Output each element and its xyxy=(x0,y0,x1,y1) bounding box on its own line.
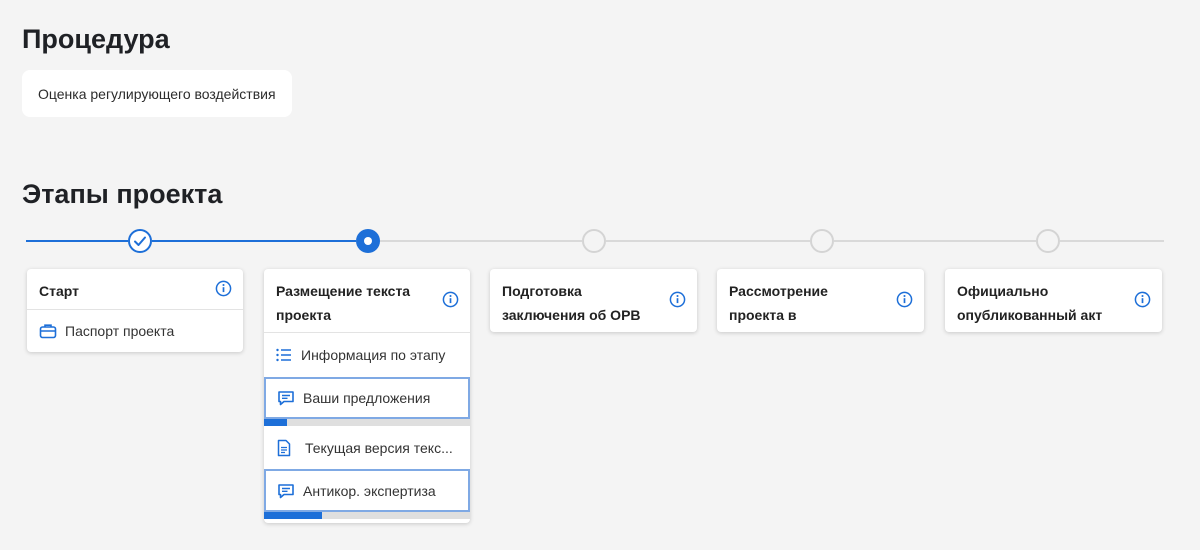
stage-card-government-review: Рассмотрение проекта в Правительстве РФ xyxy=(717,269,924,332)
procedure-value: Оценка регулирующего воздействия xyxy=(22,70,292,117)
stage-item-stage-info[interactable]: Информация по этапу xyxy=(264,332,470,377)
timeline-connector xyxy=(834,240,1036,242)
info-icon[interactable] xyxy=(215,280,232,297)
stage-item-your-proposals[interactable]: Ваши предложения xyxy=(264,377,470,419)
timeline-connector xyxy=(606,240,810,242)
progress-fill xyxy=(264,419,287,426)
stage-card-header[interactable]: Официально опубликованный акт xyxy=(945,269,1162,332)
stage-title: Подготовка заключения об ОРВ xyxy=(502,283,641,323)
stage-title: Официально опубликованный акт xyxy=(957,283,1103,323)
stage-card-start: Старт Паспорт проекта xyxy=(27,269,243,352)
stage-item-label: Паспорт проекта xyxy=(65,323,175,339)
stage-item-label: Антикор. экспертиза xyxy=(303,482,436,499)
stage-item-passport[interactable]: Паспорт проекта xyxy=(27,309,243,352)
stage-title: Размещение текста проекта xyxy=(276,283,411,323)
stage-card-published-act: Официально опубликованный акт xyxy=(945,269,1162,332)
stage-card-header[interactable]: Старт xyxy=(27,269,243,309)
stage-item-label: Ваши предложения xyxy=(303,390,431,406)
timeline-connector xyxy=(152,240,356,242)
info-icon[interactable] xyxy=(896,291,913,308)
stage-title: Рассмотрение проекта в Правительстве РФ xyxy=(729,283,861,332)
info-icon[interactable] xyxy=(442,291,459,308)
proposals-progress-bar xyxy=(264,419,470,426)
check-icon xyxy=(134,236,146,246)
stage-item-label: Текущая версия текс... xyxy=(305,439,453,456)
progress-fill xyxy=(264,512,322,519)
list-icon xyxy=(276,348,291,362)
stages-heading: Этапы проекта xyxy=(22,179,223,209)
chat-icon xyxy=(278,483,294,498)
stage-item-label: Информация по этапу xyxy=(301,347,446,363)
timeline-connector xyxy=(1060,240,1164,242)
stage-node-pending xyxy=(582,229,606,253)
stage-node-pending xyxy=(810,229,834,253)
stage-item-anticorruption-review[interactable]: Антикор. экспертиза xyxy=(264,469,470,512)
stage-title: Старт xyxy=(39,283,79,299)
timeline-connector xyxy=(26,240,128,242)
stage-card-header[interactable]: Размещение текста проекта xyxy=(264,269,470,332)
procedure-heading: Процедура xyxy=(22,24,170,54)
document-icon xyxy=(277,439,291,456)
stage-card-orv-conclusion: Подготовка заключения об ОРВ xyxy=(490,269,697,332)
stage-node-completed xyxy=(128,229,152,253)
info-icon[interactable] xyxy=(669,291,686,308)
chat-icon xyxy=(278,391,294,406)
stage-node-current xyxy=(356,229,380,253)
stage-card-text-placement: Размещение текста проекта Информация по … xyxy=(264,269,470,523)
stage-card-header[interactable]: Рассмотрение проекта в Правительстве РФ xyxy=(717,269,924,332)
briefcase-icon xyxy=(39,324,57,339)
stage-card-header[interactable]: Подготовка заключения об ОРВ xyxy=(490,269,697,332)
timeline-connector xyxy=(380,240,582,242)
info-icon[interactable] xyxy=(1134,291,1151,308)
stage-item-current-version[interactable]: Текущая версия текс... xyxy=(264,426,470,469)
anticorruption-progress-bar xyxy=(264,512,470,519)
stage-node-pending xyxy=(1036,229,1060,253)
